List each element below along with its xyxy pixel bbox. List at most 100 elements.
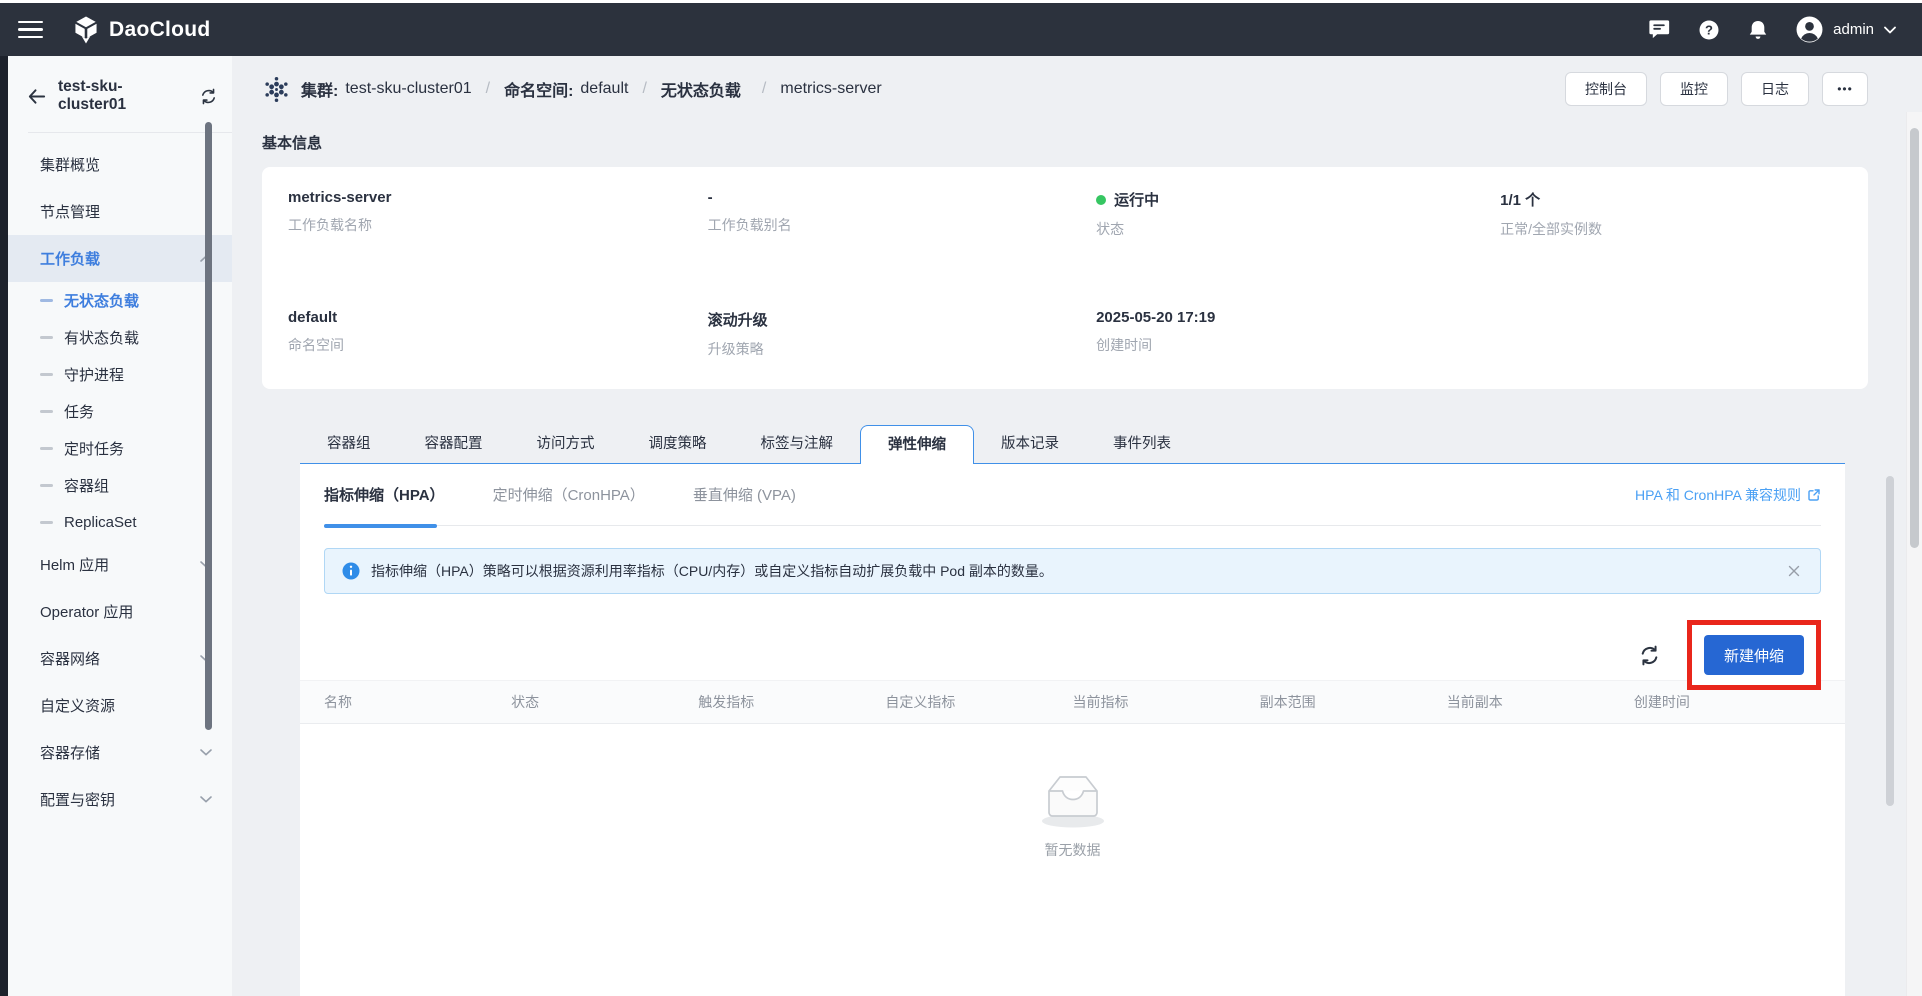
sidebar-item[interactable]: 守护进程 — [8, 356, 232, 393]
submenu-dash-icon — [40, 336, 53, 339]
sidebar-item[interactable]: 容器存储 — [8, 729, 232, 776]
brand-name: DaoCloud — [109, 18, 211, 42]
switch-cluster-icon[interactable] — [199, 87, 218, 106]
tab-bar: 容器组容器配置访问方式调度策略标签与注解弹性伸缩版本记录事件列表 — [300, 425, 1845, 464]
status-dot-icon — [1096, 195, 1106, 205]
chat-icon[interactable] — [1648, 19, 1671, 40]
sidebar-item[interactable]: Operator 应用 — [8, 588, 232, 635]
table-header-cell: 副本范围 — [1260, 692, 1447, 712]
breadcrumb-segment[interactable]: metrics-server — [780, 80, 881, 98]
sidebar-item[interactable]: ReplicaSet — [8, 504, 232, 541]
close-icon[interactable] — [1784, 561, 1804, 581]
help-icon[interactable]: ? — [1698, 19, 1720, 41]
sidebar-item[interactable]: 无状态负载 — [8, 282, 232, 319]
info-field-value: 运行中 — [1096, 189, 1500, 210]
sidebar-item[interactable]: Helm 应用 — [8, 541, 232, 588]
tab[interactable]: 调度策略 — [622, 425, 734, 463]
info-field-value-text: - — [708, 189, 713, 206]
refresh-icon[interactable] — [1638, 644, 1661, 667]
notification-bell-icon[interactable] — [1747, 19, 1769, 41]
hpa-compat-rules-link[interactable]: HPA 和 CronHPA 兼容规则 — [1635, 485, 1821, 505]
info-field-value: - — [708, 189, 1097, 206]
sidebar-item[interactable]: 有状态负载 — [8, 319, 232, 356]
sidebar-item[interactable]: 任务 — [8, 393, 232, 430]
info-field-label: 工作负载别名 — [708, 215, 1097, 235]
tab[interactable]: 事件列表 — [1086, 425, 1198, 463]
header-action-button[interactable]: 监控 — [1660, 72, 1728, 106]
topbar-actions: ? admin — [1648, 16, 1896, 43]
subtab[interactable]: 垂直伸缩 (VPA) — [693, 464, 796, 525]
info-field-value-text: 运行中 — [1114, 189, 1159, 210]
sidebar-item-label: Operator 应用 — [40, 601, 133, 622]
content-scrollbar[interactable] — [1886, 476, 1894, 806]
back-arrow-icon[interactable] — [26, 86, 47, 107]
breadcrumb-segment[interactable]: 集群:test-sku-cluster01 — [301, 77, 472, 101]
subtab[interactable]: 定时伸缩（CronHPA） — [493, 464, 645, 525]
sidebar-item[interactable]: 节点管理 — [8, 188, 232, 235]
daocloud-logo[interactable]: DaoCloud — [73, 16, 211, 44]
sidebar-item-label: 工作负载 — [40, 248, 100, 269]
tab[interactable]: 容器配置 — [398, 425, 510, 463]
sidebar-item-label: 容器网络 — [40, 648, 100, 669]
cluster-name: test-sku-cluster01 — [58, 78, 188, 114]
header-action-button[interactable]: 日志 — [1741, 72, 1809, 106]
submenu-dash-icon — [40, 447, 53, 450]
tab[interactable]: 版本记录 — [974, 425, 1086, 463]
breadcrumb-segment[interactable]: 命名空间:default — [504, 77, 628, 101]
tab[interactable]: 弹性伸缩 — [860, 425, 974, 463]
info-field: - 工作负载别名 — [708, 189, 1097, 239]
sidebar: test-sku-cluster01 集群概览节点管理工作负载无状态负载有状态负… — [8, 56, 232, 996]
info-field: default命名空间 — [288, 309, 708, 359]
hpa-banner-text: 指标伸缩（HPA）策略可以根据资源利用率指标（CPU/内存）或自定义指标自动扩展… — [371, 561, 1774, 581]
sidebar-scrollbar[interactable] — [205, 122, 212, 730]
subtabs: 指标伸缩（HPA） 定时伸缩（CronHPA） 垂直伸缩 (VPA) — [324, 464, 844, 525]
info-field-label: 创建时间 — [1096, 335, 1500, 355]
sidebar-item[interactable]: 配置与密钥 — [8, 776, 232, 823]
info-field-value: 1/1 个 — [1500, 189, 1842, 210]
avatar — [1796, 16, 1823, 43]
hamburger-menu-icon[interactable] — [18, 21, 43, 39]
sidebar-item[interactable]: 集群概览 — [8, 141, 232, 188]
user-menu[interactable]: admin — [1796, 16, 1896, 43]
tab[interactable]: 访问方式 — [510, 425, 622, 463]
daocloud-cube-icon — [73, 16, 99, 44]
breadcrumb-value: test-sku-cluster01 — [345, 80, 471, 98]
more-actions-button[interactable]: ••• — [1822, 72, 1868, 106]
info-icon — [341, 561, 361, 581]
info-field-label: 状态 — [1096, 219, 1500, 239]
sidebar-header: test-sku-cluster01 — [8, 56, 232, 132]
header-action-button[interactable]: 控制台 — [1565, 72, 1647, 106]
sidebar-item[interactable]: 容器组 — [8, 467, 232, 504]
info-field-label: 正常/全部实例数 — [1500, 219, 1842, 239]
breadcrumb-value: metrics-server — [780, 80, 881, 98]
empty-state: 暂无数据 — [300, 766, 1845, 860]
info-field-value-text: default — [288, 309, 337, 326]
cluster-dots-icon — [262, 75, 291, 104]
info-field-label: 升级策略 — [708, 339, 1097, 359]
table-header-cell: 状态 — [511, 692, 698, 712]
chevron-down-icon — [200, 749, 212, 756]
table-header-cell: 当前指标 — [1073, 692, 1260, 712]
chevron-down-icon — [200, 796, 212, 803]
sidebar-item-label: ReplicaSet — [64, 514, 137, 531]
sidebar-item[interactable]: 工作负载 — [8, 235, 232, 282]
sidebar-item[interactable]: 容器网络 — [8, 635, 232, 682]
create-hpa-button[interactable]: 新建伸缩 — [1704, 635, 1804, 675]
hpa-compat-rules-label: HPA 和 CronHPA 兼容规则 — [1635, 485, 1801, 505]
window-scrollbar-thumb[interactable] — [1910, 128, 1919, 548]
elastic-scaling-panel: 指标伸缩（HPA） 定时伸缩（CronHPA） 垂直伸缩 (VPA) HPA 和 C… — [300, 464, 1845, 996]
info-field-value-text: 滚动升级 — [708, 309, 768, 330]
table-header-cell: 自定义指标 — [885, 692, 1072, 712]
sidebar-item[interactable]: 自定义资源 — [8, 682, 232, 729]
window-scrollbar[interactable] — [1906, 112, 1922, 996]
sidebar-item[interactable]: 定时任务 — [8, 430, 232, 467]
info-field-value: 滚动升级 — [708, 309, 1097, 330]
sidebar-item-label: Helm 应用 — [40, 554, 109, 575]
info-field-value: metrics-server — [288, 189, 708, 206]
sidebar-item-label: 集群概览 — [40, 154, 100, 175]
tab[interactable]: 标签与注解 — [734, 425, 861, 463]
breadcrumb-segment[interactable]: 无状态负载 — [661, 77, 748, 101]
tab[interactable]: 容器组 — [300, 425, 398, 463]
subtab[interactable]: 指标伸缩（HPA） — [324, 464, 445, 525]
info-field-value-text: 1/1 个 — [1500, 189, 1540, 210]
